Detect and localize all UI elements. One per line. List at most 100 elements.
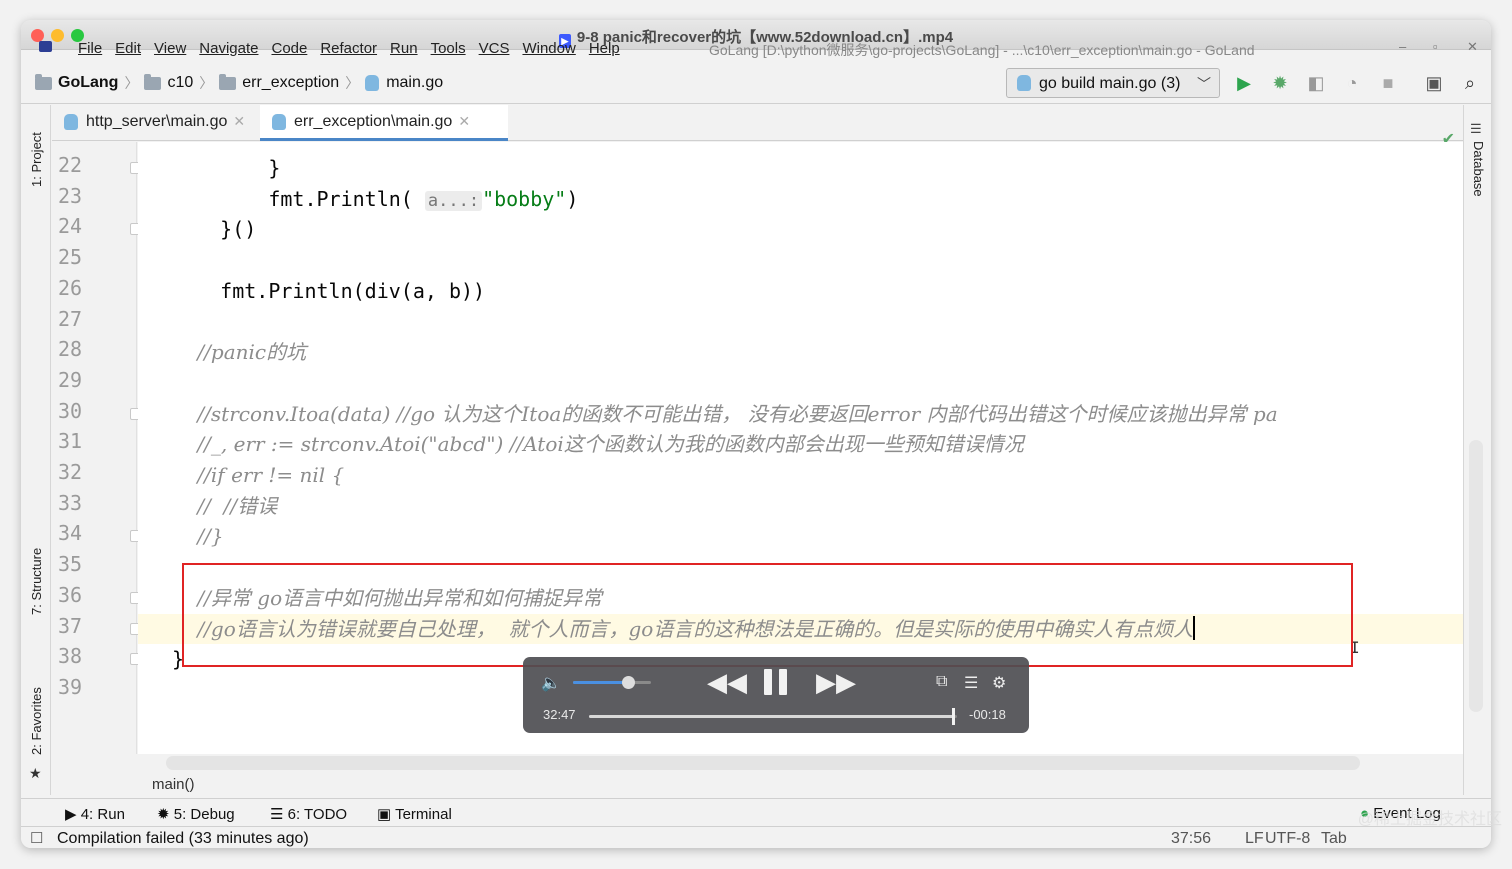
progress-fill [589, 715, 954, 718]
code-line[interactable]: //_, err := strconv.Atoi("abcd") //Atoi这… [138, 429, 1463, 459]
volume-knob[interactable] [621, 676, 635, 689]
goland-logo-icon [39, 41, 52, 52]
code-line[interactable]: // //错误 [138, 491, 1463, 521]
chevron-down-icon: ﹀ [1197, 76, 1211, 92]
code-text: fmt.Println( [172, 186, 425, 211]
volume-slider[interactable] [573, 676, 651, 689]
code-line[interactable]: } [138, 153, 1463, 183]
progress-knob[interactable] [952, 708, 956, 725]
horizontal-scrollbar[interactable] [166, 756, 1360, 770]
go-file-icon [64, 114, 78, 130]
line-number: 28 [58, 337, 83, 362]
code-line[interactable] [138, 368, 1463, 398]
code-line[interactable]: //strconv.Itoa(data) //go 认为这个Itoa的函数不可能… [138, 399, 1463, 429]
go-file-icon [365, 75, 380, 91]
stop-icon[interactable]: ■ [1377, 72, 1399, 94]
menu-item-navigate[interactable]: Navigate [199, 40, 258, 57]
menu-item-help[interactable]: Help [589, 40, 620, 57]
database-panel-tab[interactable]: Database [1471, 141, 1486, 197]
project-panel-tab[interactable]: 1: Project [29, 132, 44, 187]
breadcrumb: GoLang 〉 c10 〉 err_exception 〉 main.go [35, 73, 443, 93]
code-line[interactable]: }() [138, 214, 1463, 244]
minimize-icon[interactable]: – [1399, 39, 1406, 54]
function-breadcrumb[interactable]: main() [138, 770, 1463, 798]
line-number: 24 [58, 214, 83, 239]
debug-icon[interactable]: ✹ [1269, 72, 1291, 94]
line-number: 26 [58, 275, 83, 300]
breadcrumb-folder-err-exception[interactable]: err_exception [242, 74, 339, 92]
remaining-time: -00:18 [969, 707, 1006, 722]
chevron-right-icon: 〉 [199, 75, 214, 91]
code-line[interactable]: fmt.Println( a...: "bobby") [138, 184, 1463, 214]
watermark: @稀土掘金技术社区 [1357, 811, 1502, 828]
menu-item-view[interactable]: View [154, 40, 186, 57]
run-icon: ▶ [65, 806, 77, 823]
code-line[interactable]: //if err != nil { [138, 460, 1463, 490]
run-icon[interactable]: ▶ [1233, 72, 1255, 94]
code-comment: //strconv.Itoa(data) //go 认为这个Itoa的函数不可能… [172, 401, 1278, 426]
playback-progress-bar[interactable] [589, 708, 957, 725]
terminal-icon: ▣ [377, 806, 392, 823]
coverage-icon[interactable]: ◧ [1305, 72, 1327, 94]
code-line[interactable]: fmt.Println(div(a, b)) [138, 276, 1463, 306]
line-separator[interactable]: LF [1245, 830, 1264, 848]
code-text: }() [172, 217, 257, 242]
caret-position[interactable]: 37:56 [1171, 830, 1211, 848]
code-line[interactable] [138, 245, 1463, 275]
menu-item-refactor[interactable]: Refactor [320, 40, 377, 57]
menu-item-tools[interactable]: Tools [431, 40, 466, 57]
menu-item-edit[interactable]: Edit [115, 40, 141, 57]
structure-panel-tab[interactable]: 7: Structure [29, 548, 44, 615]
code-comment: //panic的坑 [172, 340, 307, 365]
file-encoding[interactable]: UTF-8 [1265, 830, 1310, 848]
indent-setting[interactable]: Tab [1321, 830, 1347, 848]
menu-item-file[interactable]: File [78, 40, 102, 57]
code-comment: //} [172, 524, 224, 549]
layout-icon[interactable]: ▣ [1423, 72, 1445, 94]
highlight-annotation-box [182, 563, 1353, 667]
breadcrumb-folder-c10[interactable]: c10 [167, 74, 193, 92]
code-line[interactable] [138, 307, 1463, 337]
line-number: 38 [58, 644, 83, 669]
rewind-icon[interactable]: ◀◀ [707, 667, 747, 698]
settings-gear-icon[interactable]: ⚙ [992, 673, 1006, 693]
breadcrumb-project[interactable]: GoLang [58, 74, 118, 92]
menu-item-code[interactable]: Code [271, 40, 307, 57]
todo-tool-tab[interactable]: ☰ 6: TODO [270, 805, 347, 823]
profile-icon[interactable]: ◔ [1341, 72, 1363, 94]
status-toggle-icon[interactable]: ☐ [30, 829, 43, 847]
favorites-panel-tab[interactable]: 2: Favorites [29, 687, 44, 755]
run-tool-tab[interactable]: ▶ 4: Run [65, 805, 125, 823]
pause-button[interactable] [764, 669, 788, 695]
go-file-icon [272, 114, 286, 130]
debug-tool-tab[interactable]: ✹ 5: Debug [157, 805, 235, 823]
run-configuration-select[interactable]: go build main.go (3) ﹀ [1006, 68, 1220, 98]
line-number: 33 [58, 490, 83, 515]
restore-icon[interactable]: ▫ [1433, 39, 1438, 54]
terminal-tool-tab[interactable]: ▣ Terminal [377, 805, 452, 823]
project-folder-icon [35, 73, 52, 90]
menu-item-window[interactable]: Window [522, 40, 575, 57]
fast-forward-icon[interactable]: ▶▶ [816, 667, 856, 698]
close-tab-icon[interactable]: ✕ [233, 113, 245, 129]
database-icon: ☰ [1470, 121, 1482, 136]
vertical-scrollbar[interactable] [1469, 440, 1483, 712]
picture-in-picture-icon[interactable]: ⧉ [936, 673, 947, 691]
line-number: 37 [58, 613, 83, 638]
code-line[interactable]: //} [138, 521, 1463, 551]
parameter-hint: a...: [424, 190, 483, 211]
volume-icon[interactable]: 🔈 [541, 673, 561, 693]
search-icon[interactable]: ⌕ [1459, 72, 1481, 94]
close-tab-icon[interactable]: ✕ [458, 113, 470, 129]
close-icon[interactable]: ✕ [1467, 39, 1478, 55]
tab-err-exception-main[interactable]: err_exception\main.go ✕ [260, 105, 508, 141]
status-message[interactable]: Compilation failed (33 minutes ago) [57, 830, 309, 848]
menu-item-vcs[interactable]: VCS [479, 40, 510, 57]
line-number: 29 [58, 367, 83, 392]
folder-icon [144, 73, 162, 90]
menu-item-run[interactable]: Run [390, 40, 418, 57]
playlist-icon[interactable]: ☰ [964, 673, 978, 693]
breadcrumb-file[interactable]: main.go [386, 74, 443, 92]
code-line[interactable]: //panic的坑 [138, 337, 1463, 367]
tab-http-server-main[interactable]: http_server\main.go ✕ [52, 105, 258, 141]
